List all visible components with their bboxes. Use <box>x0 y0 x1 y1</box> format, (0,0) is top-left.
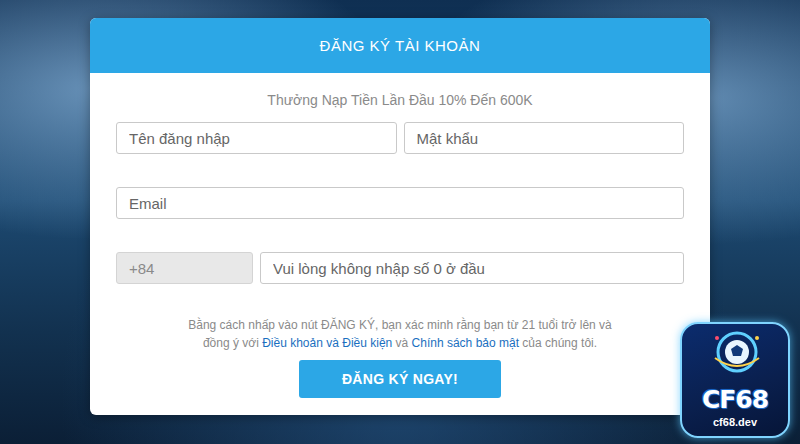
brand-logo: CF68 cf68.dev <box>680 322 790 438</box>
phone-input[interactable] <box>260 252 684 284</box>
terms-line: đồng ý với Điều khoản và Điều kiện và Ch… <box>203 334 597 352</box>
country-code: +84 <box>116 252 253 284</box>
terms-line: Bằng cách nhấp vào nút ĐĂNG KÝ, bạn xác … <box>188 316 611 334</box>
page: ĐĂNG KÝ TÀI KHOẢNThưởng Nạp Tiền Lần Đầu… <box>0 0 800 444</box>
email-input[interactable] <box>116 187 684 219</box>
card-title: ĐĂNG KÝ TÀI KHOẢN <box>90 18 710 73</box>
register-button[interactable]: ĐĂNG KÝ NGAY! <box>299 360 501 398</box>
terms-segment: của chúng tôi. <box>519 336 597 350</box>
form-body: Thưởng Nạp Tiền Lần Đầu 10% Đến 600K +84 B… <box>90 73 710 415</box>
logo-domain: cf68.dev <box>713 416 757 428</box>
username-input[interactable] <box>116 122 397 154</box>
password-input[interactable] <box>404 122 685 154</box>
terms-segment: Bằng cách nhấp vào nút ĐĂNG KÝ, bạn xác … <box>188 318 611 332</box>
terms-link[interactable]: Chính sách bảo mật <box>412 336 519 350</box>
phone-row: +84 <box>116 252 684 284</box>
email-row <box>116 187 684 219</box>
logo-name: CF68 <box>702 385 768 414</box>
credentials-row <box>116 122 684 154</box>
terms-link[interactable]: Điều khoản và Điều kiện <box>262 336 392 350</box>
terms-segment: và <box>392 336 411 350</box>
promo-text: Thưởng Nạp Tiền Lần Đầu 10% Đến 600K <box>116 91 684 109</box>
terms-text: Bằng cách nhấp vào nút ĐĂNG KÝ, bạn xác … <box>116 316 684 352</box>
register-card: ĐĂNG KÝ TÀI KHOẢNThưởng Nạp Tiền Lần Đầu… <box>90 18 710 415</box>
ball-icon <box>707 328 767 376</box>
terms-segment: đồng ý với <box>203 336 262 350</box>
